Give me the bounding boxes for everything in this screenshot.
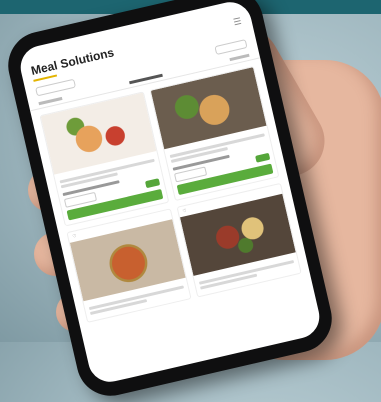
product-card[interactable]: ♡	[176, 182, 302, 298]
product-card[interactable]	[39, 91, 170, 227]
menu-icon[interactable]: ☰	[232, 16, 242, 29]
product-card[interactable]: ♡	[66, 208, 192, 323]
add-mini-button[interactable]	[255, 152, 271, 163]
heart-icon[interactable]: ♡	[182, 208, 187, 215]
heart-icon[interactable]: ♡	[72, 233, 77, 240]
tab-3[interactable]	[229, 53, 250, 62]
add-mini-button[interactable]	[144, 178, 161, 189]
product-card[interactable]	[149, 65, 280, 202]
